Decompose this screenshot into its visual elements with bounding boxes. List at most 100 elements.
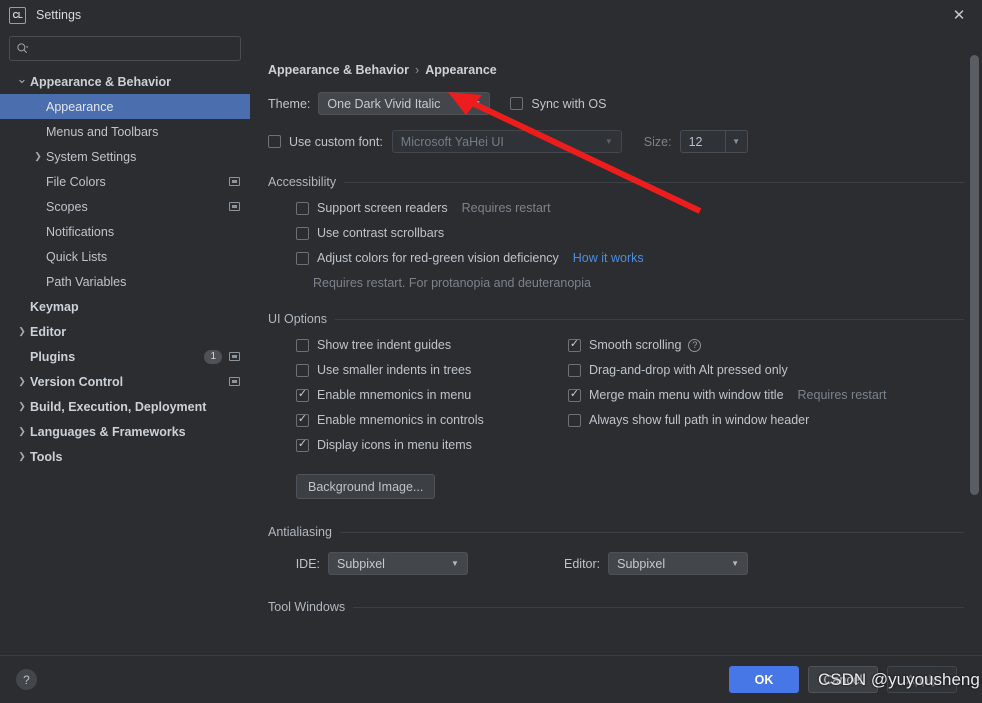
sidebar-item-system-settings[interactable]: ❯ System Settings [0, 144, 250, 169]
enable-mnemonics-in-menu-label: Enable mnemonics in menu [317, 388, 472, 402]
apply-button[interactable]: Apply [887, 666, 957, 693]
show-tree-indent-guides-box [296, 338, 309, 352]
sidebar-item-label: Appearance [46, 99, 114, 114]
divider [344, 181, 964, 183]
font-size-value: 12 [688, 134, 703, 149]
adjust-colors-for-red-green-vision-deficiency-checkbox[interactable]: Adjust colors for red-green vision defic… [296, 251, 559, 265]
support-screen-readers-note: Requires restart [461, 201, 551, 215]
enable-mnemonics-in-controls-box [296, 413, 309, 427]
sidebar-item-quick-lists[interactable]: Quick Lists [0, 244, 250, 269]
sidebar-item-keymap[interactable]: Keymap [0, 294, 250, 319]
adjust-colors-for-red-green-vision-deficiency-box [296, 251, 309, 265]
settings-dialog: CL Settings ✕ ⌄ Appearance & Behavior Ap… [0, 0, 982, 703]
smooth-scrolling-row: Smooth scrolling? [568, 338, 964, 352]
show-tree-indent-guides-label: Show tree indent guides [317, 338, 452, 352]
theme-label: Theme: [268, 96, 311, 111]
question-mark-icon[interactable]: ? [16, 669, 37, 690]
ide-antialiasing-value: Subpixel [337, 556, 385, 571]
chevron-right-icon[interactable]: ❯ [14, 401, 30, 412]
sidebar-item-label: Keymap [30, 299, 79, 314]
always-show-full-path-in-window-header-label: Always show full path in window header [589, 413, 810, 427]
sidebar-item-scopes[interactable]: Scopes [0, 194, 250, 219]
accessibility-options: Support screen readers Requires restart Us… [268, 189, 964, 265]
chevron-right-icon[interactable]: ❯ [30, 151, 46, 162]
font-family-dropdown[interactable]: Microsoft YaHei UI ▼ [391, 130, 622, 153]
merge-main-menu-with-window-title-note: Requires restart [797, 388, 887, 402]
sidebar-item-plugins[interactable]: Plugins 1 [0, 344, 250, 369]
smooth-scrolling-box [568, 338, 581, 352]
divider [335, 318, 964, 320]
enable-mnemonics-in-menu-row: Enable mnemonics in menu [296, 388, 568, 402]
content-scrollbar[interactable] [970, 55, 979, 495]
chevron-right-icon[interactable]: ❯ [14, 426, 30, 437]
merge-main-menu-with-window-title-row: Merge main menu with window title Require… [568, 388, 964, 402]
dialog-footer: ? OK Cancel Apply [0, 655, 982, 703]
theme-dropdown[interactable]: One Dark Vivid Italic ▼ [318, 92, 491, 115]
sidebar-item-label: Notifications [46, 224, 115, 239]
chevron-down-icon[interactable]: ▼ [724, 131, 747, 152]
sidebar-item-version-control[interactable]: ❯ Version Control [0, 369, 250, 394]
close-icon[interactable]: ✕ [936, 0, 982, 30]
enable-mnemonics-in-controls-checkbox[interactable]: Enable mnemonics in controls [296, 413, 484, 427]
merge-main-menu-with-window-title-box [568, 388, 581, 402]
ide-antialiasing-dropdown[interactable]: Subpixel ▼ [328, 552, 468, 575]
always-show-full-path-in-window-header-checkbox[interactable]: Always show full path in window header [568, 413, 809, 427]
use-smaller-indents-in-trees-checkbox[interactable]: Use smaller indents in trees [296, 363, 471, 377]
sync-with-os-checkbox[interactable]: Sync with OS [510, 97, 606, 111]
sidebar-item-languages-frameworks[interactable]: ❯ Languages & Frameworks [0, 419, 250, 444]
sidebar-item-label: Quick Lists [46, 249, 108, 264]
sidebar-item-build-execution-deployment[interactable]: ❯ Build, Execution, Deployment [0, 394, 250, 419]
use-custom-font-checkbox[interactable]: Use custom font: [268, 135, 383, 149]
search-input[interactable] [29, 41, 234, 56]
ok-button[interactable]: OK [729, 666, 799, 693]
divider [353, 606, 964, 608]
chevron-down-icon[interactable]: ⌄ [14, 71, 30, 87]
search-box[interactable] [9, 36, 241, 61]
smooth-scrolling-checkbox[interactable]: Smooth scrolling [568, 338, 681, 352]
chevron-right-icon[interactable]: ❯ [14, 376, 30, 387]
merge-main-menu-with-window-title-checkbox[interactable]: Merge main menu with window title [568, 388, 784, 402]
use-smaller-indents-in-trees-label: Use smaller indents in trees [317, 363, 472, 377]
sidebar-item-menus-and-toolbars[interactable]: Menus and Toolbars [0, 119, 250, 144]
settings-tree: ⌄ Appearance & Behavior Appearance Menus an… [0, 68, 250, 655]
sidebar-item-appearance-behavior[interactable]: ⌄ Appearance & Behavior [0, 69, 250, 94]
config-marker-icon [229, 377, 240, 386]
sidebar-item-tools[interactable]: ❯ Tools [0, 444, 250, 469]
sidebar-item-appearance[interactable]: Appearance [0, 94, 250, 119]
sidebar-item-label: Path Variables [46, 274, 127, 289]
sidebar-item-editor[interactable]: ❯ Editor [0, 319, 250, 344]
drag-and-drop-with-alt-pressed-only-box [568, 363, 581, 377]
sidebar-item-notifications[interactable]: Notifications [0, 219, 250, 244]
sidebar-item-label: Build, Execution, Deployment [30, 399, 207, 414]
cancel-button[interactable]: Cancel [808, 666, 878, 693]
sidebar-item-file-colors[interactable]: File Colors [0, 169, 250, 194]
title-bar: CL Settings ✕ [0, 0, 982, 30]
use-contrast-scrollbars-box [296, 226, 309, 240]
how-it-works-link[interactable]: How it works [573, 251, 644, 265]
background-image-button[interactable]: Background Image... [296, 474, 436, 499]
display-icons-in-menu-items-checkbox[interactable]: Display icons in menu items [296, 438, 472, 452]
sidebar-item-path-variables[interactable]: Path Variables [0, 269, 250, 294]
sidebar-item-label: System Settings [46, 149, 137, 164]
config-marker-icon [229, 202, 240, 211]
chevron-right-icon[interactable]: ❯ [14, 451, 30, 462]
editor-antialiasing-dropdown[interactable]: Subpixel ▼ [608, 552, 749, 575]
chevron-right-icon[interactable]: ❯ [14, 326, 30, 337]
use-smaller-indents-in-trees-box [296, 363, 309, 377]
enable-mnemonics-in-menu-box [296, 388, 309, 402]
editor-antialiasing-value: Subpixel [617, 556, 666, 571]
adjust-colors-for-red-green-vision-deficiency-row: Adjust colors for red-green vision defic… [296, 251, 964, 265]
support-screen-readers-checkbox[interactable]: Support screen readers [296, 201, 448, 215]
chevron-down-icon: ▼ [604, 137, 613, 146]
use-contrast-scrollbars-checkbox[interactable]: Use contrast scrollbars [296, 226, 444, 240]
chevron-down-icon: ▼ [731, 559, 740, 568]
tool-windows-title: Tool Windows [268, 600, 346, 614]
sync-with-os-label: Sync with OS [531, 96, 607, 111]
ui-options-title: UI Options [268, 312, 328, 326]
help-icon[interactable]: ? [688, 338, 702, 352]
show-tree-indent-guides-checkbox[interactable]: Show tree indent guides [296, 338, 451, 352]
font-size-field[interactable]: 12 ▼ [679, 130, 748, 153]
enable-mnemonics-in-menu-checkbox[interactable]: Enable mnemonics in menu [296, 388, 471, 402]
breadcrumb-parent[interactable]: Appearance & Behavior [268, 63, 409, 77]
drag-and-drop-with-alt-pressed-only-checkbox[interactable]: Drag-and-drop with Alt pressed only [568, 363, 788, 377]
